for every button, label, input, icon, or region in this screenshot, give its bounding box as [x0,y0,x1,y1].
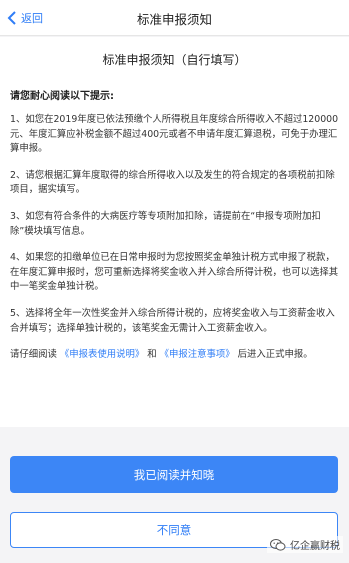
intro-text: 请您耐心阅读以下提示: [10,91,114,102]
footer-text: 请仔细阅读 《申报表使用说明》 和 《申报注意事项》 后进入正式申报。 [10,348,339,363]
page-title: 标准申报须知 [136,12,212,27]
notice-item-4: 4、如果您的扣缴单位已在日常申报时为您按照奖金单独计税方式申报了税款，在年度汇算… [10,252,339,293]
notice-item-3: 3、如您有符合条件的大病医疗等专项附加扣除，请提前在“申报专项附加扣除”模块填写… [10,210,321,237]
notice-item-5: 5、选择将全年一次性奖金并入综合所得计税的，应将奖金收入与工资薪金收入合并填写；… [10,307,335,334]
watermark-text: 亿企赢财税 [290,541,340,552]
notice-item-2: 2、请您根据汇算年度取得的综合所得收入以及发生的符合规定的各项税前扣除项目，据实… [10,169,335,196]
footer-and: 和 [147,349,157,361]
footer-prefix: 请仔细阅读 [10,349,57,361]
confirm-read-button[interactable]: 我已阅读并知晓 [10,456,338,493]
footer-suffix: 后进入正式申报。 [237,349,313,361]
watermark: 亿企赢财税 [267,536,343,553]
usage-guide-link[interactable]: 《申报表使用说明》 [60,349,144,360]
document-title: 标准申报须知（自行填写） [102,53,247,67]
notice-item-1: 1、如您在2019年度已依法预缴个人所得税且年度综合所得收入不超过120000元… [10,114,339,155]
navbar: 返回 标准申报须知 [0,0,349,36]
precautions-link[interactable]: 《申报注意事项》 [160,349,235,360]
notice-content: 标准申报须知（自行填写） 请您耐心阅读以下提示: 1、如您在2019年度已依法预… [0,37,349,427]
wechat-icon [270,538,286,551]
